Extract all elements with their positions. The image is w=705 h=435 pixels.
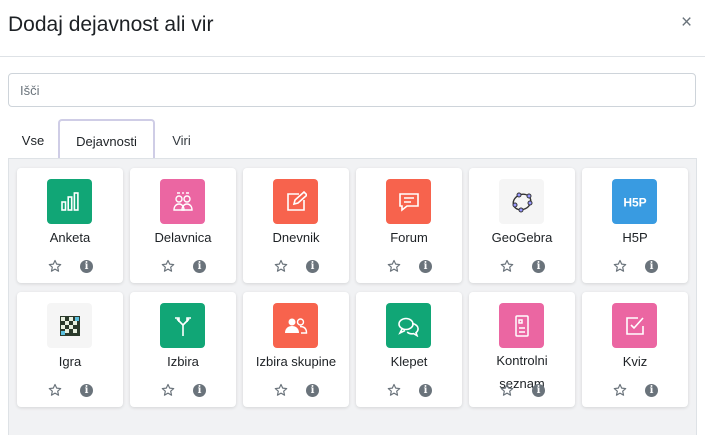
activity-card-delavnica[interactable]: Delavnica i (130, 168, 236, 283)
info-icon[interactable]: i (193, 384, 206, 397)
star-icon[interactable] (500, 259, 514, 273)
svg-text:H5P: H5P (623, 195, 646, 209)
checklist-icon (499, 303, 544, 348)
activity-card-izbira-skupine[interactable]: Izbira skupine i (243, 292, 349, 407)
info-icon[interactable]: i (306, 260, 319, 273)
info-icon[interactable]: i (419, 384, 432, 397)
star-icon[interactable] (161, 259, 175, 273)
activity-name: Forum (390, 230, 428, 245)
activity-name: H5P (622, 230, 648, 245)
activity-card-anketa[interactable]: Anketa i (17, 168, 123, 283)
activity-name: Klepet (390, 354, 428, 369)
activity-card-igra[interactable]: Igra i (17, 292, 123, 407)
star-icon[interactable] (500, 383, 514, 397)
activity-card-h5p[interactable]: H5P H5P i (582, 168, 688, 283)
star-icon[interactable] (161, 383, 175, 397)
activity-name: Delavnica (154, 230, 212, 245)
game-board-icon (47, 303, 92, 348)
activity-card-klepet[interactable]: Klepet i (356, 292, 462, 407)
choice-icon (160, 303, 205, 348)
tab-activities[interactable]: Dejavnosti (58, 119, 155, 160)
activity-card-geogebra[interactable]: GeoGebra i (469, 168, 575, 283)
chat-icon (386, 303, 431, 348)
info-icon[interactable]: i (80, 384, 93, 397)
activity-name: GeoGebra (491, 230, 553, 245)
modal-header: Dodaj dejavnost ali vir × (0, 0, 705, 57)
close-icon[interactable]: × (681, 12, 692, 34)
group-icon (273, 303, 318, 348)
activity-name: Igra (58, 354, 82, 369)
info-icon[interactable]: i (645, 384, 658, 397)
activity-name: Kviz (622, 354, 648, 369)
star-icon[interactable] (613, 259, 627, 273)
info-icon[interactable]: i (80, 260, 93, 273)
star-icon[interactable] (387, 383, 401, 397)
modal-title: Dodaj dejavnost ali vir (8, 13, 214, 36)
activity-card-dnevnik[interactable]: Dnevnik i (243, 168, 349, 283)
geogebra-icon (499, 179, 544, 224)
star-icon[interactable] (387, 259, 401, 273)
star-icon[interactable] (274, 383, 288, 397)
edit-icon (273, 179, 318, 224)
star-icon[interactable] (274, 259, 288, 273)
info-icon[interactable]: i (419, 260, 432, 273)
activity-card-kviz[interactable]: Kviz i (582, 292, 688, 407)
add-activity-modal: Dodaj dejavnost ali vir × Vse Dejavnosti… (0, 0, 705, 435)
bar-chart-icon (47, 179, 92, 224)
activity-name: Kontrolni seznam (496, 353, 548, 391)
info-icon[interactable]: i (532, 384, 545, 397)
activity-card-izbira[interactable]: Izbira i (130, 292, 236, 407)
tab-all[interactable]: Vse (8, 119, 58, 160)
info-icon[interactable]: i (532, 260, 545, 273)
tab-bar: Vse Dejavnosti Viri (8, 119, 696, 160)
people-icon (160, 179, 205, 224)
activity-card-forum[interactable]: Forum i (356, 168, 462, 283)
quiz-icon (612, 303, 657, 348)
info-icon[interactable]: i (645, 260, 658, 273)
activity-name: Izbira skupine (255, 354, 337, 369)
info-icon[interactable]: i (306, 384, 319, 397)
activity-name: Anketa (49, 230, 91, 245)
activity-name: Dnevnik (272, 230, 320, 245)
tab-resources[interactable]: Viri (159, 119, 204, 160)
activity-grid: Anketa i Delavnica i Dnevnik i Forum i GeoGebra i… (8, 158, 697, 435)
star-icon[interactable] (48, 259, 62, 273)
search-input[interactable] (8, 73, 696, 107)
activity-card-kontrolni-seznam[interactable]: Kontrolni seznam i (469, 292, 575, 407)
info-icon[interactable]: i (193, 260, 206, 273)
h5p-icon: H5P (612, 179, 657, 224)
star-icon[interactable] (613, 383, 627, 397)
star-icon[interactable] (48, 383, 62, 397)
activity-name: Izbira (167, 354, 199, 369)
message-icon (386, 179, 431, 224)
